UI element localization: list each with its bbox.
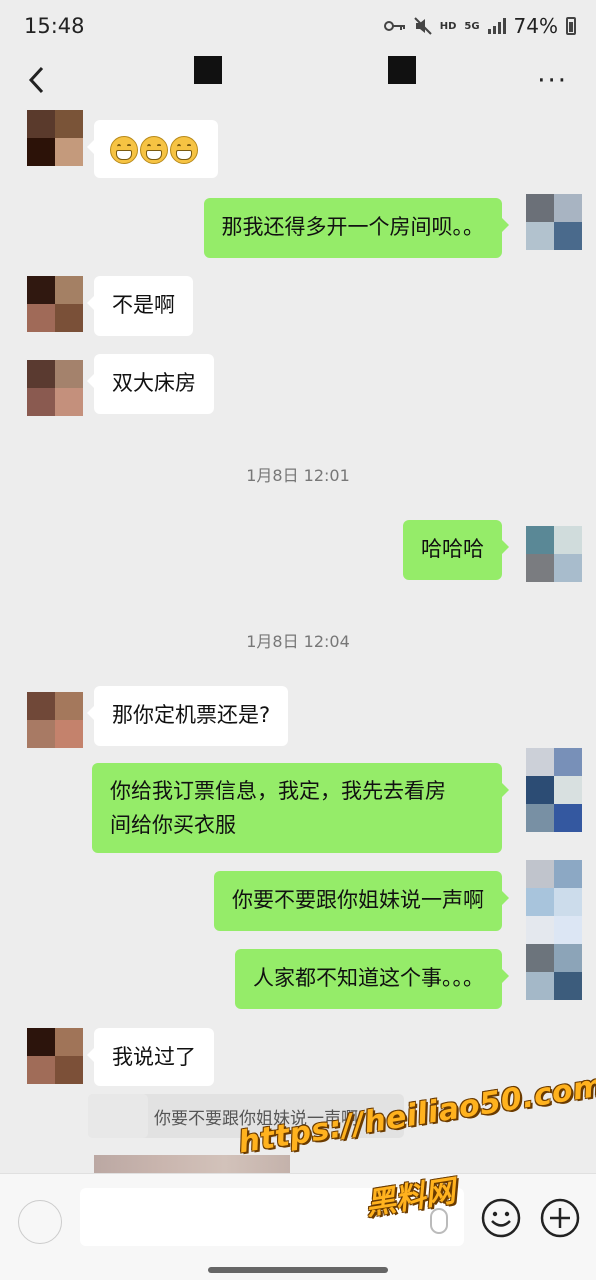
message-bubble-outgoing[interactable]: 你给我订票信息，我定，我先去看房 间给你买衣服 xyxy=(92,763,509,853)
redacted-title-block xyxy=(194,56,222,84)
message-bubble-incoming[interactable] xyxy=(87,120,218,178)
avatar[interactable] xyxy=(27,110,83,166)
avatar xyxy=(526,916,582,944)
message-bubble-outgoing[interactable]: 人家都不知道这个事。。。 xyxy=(235,949,509,1009)
quoted-message[interactable]: 你要不要跟你姐妹说一声啊 xyxy=(88,1094,404,1138)
chevron-left-icon[interactable] xyxy=(22,62,52,98)
message-bubble-incoming[interactable]: 双大床房 xyxy=(87,354,214,414)
smiley-icon[interactable] xyxy=(480,1197,522,1239)
message-timestamp: 1月8日 12:01 xyxy=(246,466,350,485)
network-5g-badge: 5G xyxy=(464,20,480,32)
message-bubble-incoming[interactable]: 不是啊 xyxy=(87,276,193,336)
avatar[interactable] xyxy=(526,944,582,1000)
message-line: 你给我订票信息，我定，我先去看房 xyxy=(110,779,446,803)
avatar[interactable] xyxy=(526,748,582,804)
avatar xyxy=(526,804,582,832)
chat-header: ··· xyxy=(0,52,596,108)
message-bubble-incoming[interactable]: 我说过了 xyxy=(87,1028,214,1086)
battery-icon xyxy=(566,17,576,35)
more-dots-icon[interactable]: ··· xyxy=(537,66,568,96)
avatar[interactable] xyxy=(27,692,83,748)
avatar[interactable] xyxy=(526,194,582,250)
image-message-thumbnail[interactable] xyxy=(94,1155,290,1173)
message-input[interactable] xyxy=(80,1188,464,1246)
status-time: 15:48 xyxy=(24,14,85,38)
message-bubble-outgoing[interactable]: 那我还得多开一个房间呗。。 xyxy=(203,198,509,258)
voice-icon[interactable] xyxy=(18,1200,62,1244)
avatar[interactable] xyxy=(27,276,83,332)
battery-percent: 74% xyxy=(513,14,558,38)
key-icon xyxy=(383,21,405,31)
avatar[interactable] xyxy=(27,1028,83,1084)
hd-badge: HD xyxy=(439,20,457,32)
avatar[interactable] xyxy=(27,360,83,416)
mic-icon xyxy=(430,1208,448,1234)
message-timestamp: 1月8日 12:04 xyxy=(246,632,350,651)
redacted-title-block xyxy=(388,56,416,84)
message-line: 间给你买衣服 xyxy=(110,813,236,837)
input-bar xyxy=(0,1173,596,1280)
plus-circle-icon[interactable] xyxy=(539,1197,581,1239)
message-bubble-incoming[interactable]: 那你定机票还是? xyxy=(86,686,289,746)
message-bubble-outgoing[interactable]: 哈哈哈 xyxy=(403,520,509,580)
chat-messages[interactable]: 那我还得多开一个房间呗。。 不是啊 双大床房 1月8日 12:01 哈哈哈 1月… xyxy=(0,108,596,1173)
home-indicator[interactable] xyxy=(208,1267,388,1273)
signal-icon xyxy=(487,18,506,34)
message-bubble-outgoing[interactable]: 你要不要跟你姐妹说一声啊 xyxy=(214,871,509,931)
grin-emoji-icon xyxy=(170,136,198,164)
avatar[interactable] xyxy=(526,526,582,582)
quoted-text: 你要不要跟你姐妹说一声啊 xyxy=(154,1109,358,1129)
grin-emoji-icon xyxy=(110,136,138,164)
status-bar: 15:48 HD 5G 74% xyxy=(0,0,596,52)
quote-blurred-thumb xyxy=(88,1094,148,1138)
grin-emoji-icon xyxy=(140,136,168,164)
status-icons: HD 5G 74% xyxy=(383,14,576,38)
avatar[interactable] xyxy=(526,860,582,916)
mute-icon xyxy=(413,17,432,35)
